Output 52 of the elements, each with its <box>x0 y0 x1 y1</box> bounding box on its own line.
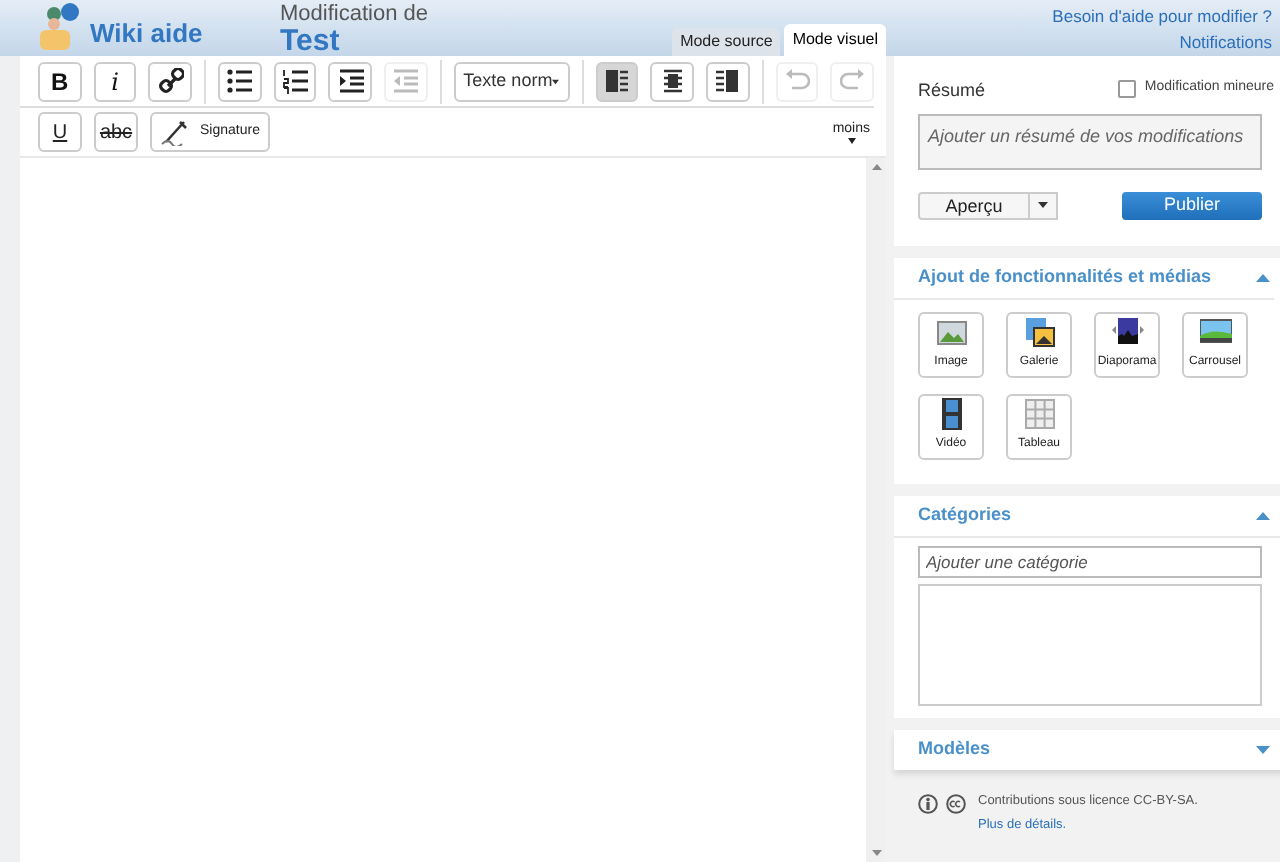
bullet-list-button[interactable] <box>218 61 262 101</box>
expand-icon <box>1256 745 1270 753</box>
bullet-list-icon <box>226 68 253 94</box>
caret-icon <box>847 137 856 143</box>
caret-icon <box>1038 202 1048 208</box>
undo-icon <box>783 68 810 94</box>
pen-icon <box>160 118 192 146</box>
gallery-icon <box>1023 316 1055 348</box>
outdent-icon <box>392 68 419 94</box>
summary-field[interactable]: Ajouter un résumé de vos modifications <box>918 113 1262 169</box>
mode-tab[interactable]: Mode source <box>672 28 781 56</box>
align-right-button[interactable] <box>706 61 750 101</box>
indent-button[interactable] <box>328 61 373 101</box>
align-right-icon <box>714 68 741 94</box>
attribution-icon <box>918 793 938 813</box>
align-left-button[interactable] <box>595 61 639 101</box>
slideshow-icon <box>1111 316 1143 348</box>
scroll-up-icon <box>871 164 881 170</box>
carousel-icon <box>1199 316 1231 348</box>
scrollbar[interactable] <box>866 158 886 862</box>
italic-button[interactable]: i <box>93 61 137 101</box>
help-link[interactable]: Besoin d'aide pour modifier ? <box>1052 6 1272 26</box>
creative-commons-icon <box>946 793 966 813</box>
preview-button[interactable]: Aperçu <box>918 191 1030 219</box>
notifications-link[interactable]: Notifications <box>1179 32 1272 52</box>
align-center-button[interactable] <box>650 61 694 101</box>
numbered-list-button[interactable] <box>273 61 317 101</box>
page-title: Test <box>280 26 342 56</box>
image-icon <box>935 316 967 348</box>
bold-button[interactable]: B <box>38 61 82 101</box>
collapse-icon <box>1256 273 1270 281</box>
format-dropdown[interactable]: Texte norm <box>453 61 570 101</box>
numbered-list-icon <box>282 68 308 94</box>
scroll-down-icon <box>871 850 881 856</box>
summary-label: Résumé <box>918 78 986 104</box>
link-icon <box>157 68 184 94</box>
underline-button[interactable]: U <box>38 112 82 152</box>
publish-button[interactable]: Publier <box>1122 191 1262 219</box>
indent-icon <box>337 68 364 94</box>
mascot-icon <box>38 2 82 50</box>
redo-icon <box>839 68 866 94</box>
table-icon <box>1023 398 1055 430</box>
caret-icon <box>552 77 560 85</box>
mode-tab[interactable]: Mode visuel <box>784 24 886 56</box>
minor-edit-checkbox[interactable] <box>1118 79 1137 98</box>
strikethrough-button[interactable]: abc <box>94 112 138 152</box>
preview-menu-button[interactable] <box>1030 191 1058 219</box>
title-prefix: Modification de <box>280 2 428 26</box>
align-center-icon <box>659 68 686 94</box>
align-left-icon <box>603 68 630 94</box>
collapse-icon <box>1256 511 1270 519</box>
link-button[interactable] <box>148 61 193 101</box>
